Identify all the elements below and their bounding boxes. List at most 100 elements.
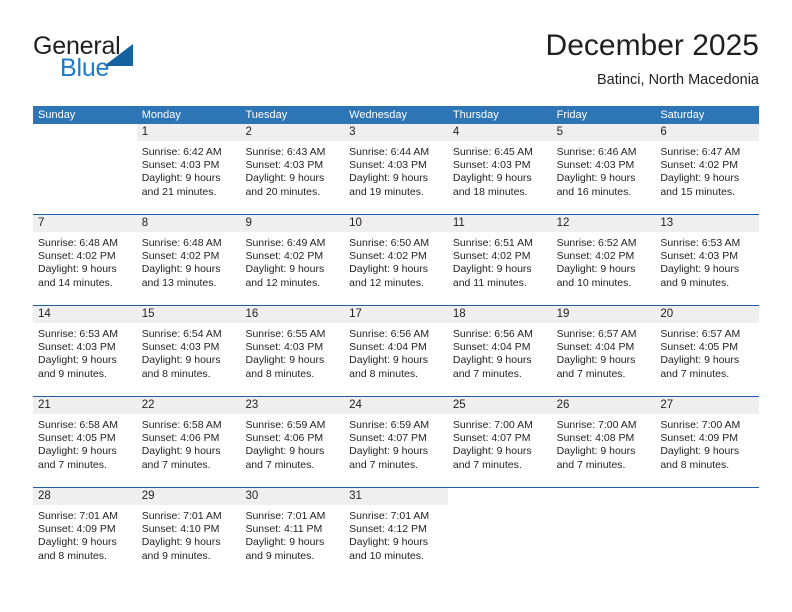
daylight-duration-line2: and 20 minutes. bbox=[245, 185, 321, 198]
sunset-time: Sunset: 4:06 PM bbox=[245, 432, 324, 445]
day-number: 9 bbox=[240, 215, 345, 232]
day-cell[interactable]: 12 Sunrise: 6:52 AM Sunset: 4:02 PM Dayligh… bbox=[551, 215, 656, 305]
day-cell[interactable]: 15 Sunrise: 6:54 AM Sunset: 4:03 PM Dayligh… bbox=[136, 306, 241, 396]
day-number: 18 bbox=[447, 306, 552, 323]
day-cell[interactable]: 28 Sunrise: 7:01 AM Sunset: 4:09 PM Dayligh… bbox=[33, 488, 137, 566]
day-cell[interactable]: 8 Sunrise: 6:48 AM Sunset: 4:02 PM Daylight… bbox=[136, 215, 241, 305]
sunset-time: Sunset: 4:11 PM bbox=[245, 523, 323, 536]
day-cell[interactable]: 18 Sunrise: 6:56 AM Sunset: 4:04 PM Dayligh… bbox=[447, 306, 552, 396]
day-cell[interactable]: 24 Sunrise: 6:59 AM Sunset: 4:07 PM Dayligh… bbox=[344, 397, 448, 487]
sunrise-time: Sunrise: 7:01 AM bbox=[245, 510, 326, 522]
sunset-time: Sunset: 4:09 PM bbox=[660, 432, 738, 445]
daylight-duration-line2: and 13 minutes. bbox=[141, 276, 217, 289]
sunset-time: Sunset: 4:08 PM bbox=[556, 432, 635, 445]
sunset-time: Sunset: 4:02 PM bbox=[349, 250, 427, 263]
day-number: 20 bbox=[655, 306, 760, 323]
day-details: Sunrise: 6:44 AM Sunset: 4:03 PM Daylight:… bbox=[344, 141, 448, 199]
sunset-time: Sunset: 4:04 PM bbox=[556, 341, 635, 354]
daylight-duration-line1: Daylight: 9 hours bbox=[452, 263, 532, 276]
day-number: 5 bbox=[551, 124, 656, 141]
day-cell[interactable]: 16 Sunrise: 6:55 AM Sunset: 4:03 PM Dayligh… bbox=[240, 306, 345, 396]
daylight-duration-line2: and 11 minutes. bbox=[452, 276, 527, 289]
sunset-time: Sunset: 4:10 PM bbox=[141, 523, 220, 536]
day-cell[interactable]: 22 Sunrise: 6:58 AM Sunset: 4:06 PM Dayligh… bbox=[136, 397, 241, 487]
day-number: 22 bbox=[136, 397, 241, 414]
daylight-duration-line1: Daylight: 9 hours bbox=[660, 172, 740, 185]
weekday-header-tuesday: Tuesday bbox=[245, 109, 288, 121]
day-details: Sunrise: 7:01 AM Sunset: 4:12 PM Daylight:… bbox=[344, 505, 448, 563]
sunrise-time: Sunrise: 6:43 AM bbox=[245, 146, 326, 158]
daylight-duration-line1: Daylight: 9 hours bbox=[556, 172, 636, 185]
day-cell[interactable]: 30 Sunrise: 7:01 AM Sunset: 4:11 PM Dayligh… bbox=[240, 488, 345, 566]
day-number: 19 bbox=[551, 306, 656, 323]
day-number: 30 bbox=[240, 488, 345, 505]
sunrise-time: Sunrise: 7:00 AM bbox=[660, 419, 741, 431]
day-cell[interactable]: 26 Sunrise: 7:00 AM Sunset: 4:08 PM Dayligh… bbox=[551, 397, 656, 487]
day-details: Sunrise: 6:59 AM Sunset: 4:06 PM Daylight:… bbox=[240, 414, 344, 472]
sunrise-time: Sunrise: 6:56 AM bbox=[349, 328, 430, 340]
daylight-duration-line1: Daylight: 9 hours bbox=[245, 172, 325, 185]
day-cell[interactable]: 21 Sunrise: 6:58 AM Sunset: 4:05 PM Dayligh… bbox=[33, 397, 137, 487]
day-details: Sunrise: 6:56 AM Sunset: 4:04 PM Daylight:… bbox=[344, 323, 448, 381]
title-block: December 2025 Batinci, North Macedonia bbox=[546, 28, 759, 90]
daylight-duration-line2: and 7 minutes. bbox=[452, 458, 522, 471]
daylight-duration-line2: and 7 minutes. bbox=[141, 458, 211, 471]
daylight-duration-line2: and 9 minutes. bbox=[38, 367, 107, 380]
sunset-time: Sunset: 4:04 PM bbox=[452, 341, 531, 354]
day-number: 26 bbox=[551, 397, 656, 414]
day-number: 29 bbox=[136, 488, 241, 505]
day-cell[interactable]: 3 Sunrise: 6:44 AM Sunset: 4:03 PM Daylight… bbox=[344, 124, 448, 214]
general-blue-logo[interactable]: General Blue bbox=[33, 32, 233, 88]
day-number: 6 bbox=[655, 124, 760, 141]
daylight-duration-line1: Daylight: 9 hours bbox=[38, 536, 117, 549]
sunset-time: Sunset: 4:06 PM bbox=[141, 432, 220, 445]
daylight-duration-line2: and 10 minutes. bbox=[349, 549, 424, 562]
day-cell[interactable]: 6 Sunrise: 6:47 AM Sunset: 4:02 PM Daylight… bbox=[655, 124, 760, 214]
day-cell[interactable]: 20 Sunrise: 6:57 AM Sunset: 4:05 PM Dayligh… bbox=[655, 306, 760, 396]
day-number: 7 bbox=[33, 215, 137, 232]
sunrise-time: Sunrise: 7:00 AM bbox=[556, 419, 637, 431]
sunrise-time: Sunrise: 6:57 AM bbox=[556, 328, 637, 340]
sunrise-time: Sunrise: 6:50 AM bbox=[349, 237, 430, 249]
day-cell[interactable]: 11 Sunrise: 6:51 AM Sunset: 4:02 PM Dayligh… bbox=[447, 215, 552, 305]
day-cell[interactable]: 10 Sunrise: 6:50 AM Sunset: 4:02 PM Dayligh… bbox=[344, 215, 448, 305]
sunset-time: Sunset: 4:12 PM bbox=[349, 523, 427, 536]
day-cell[interactable]: 23 Sunrise: 6:59 AM Sunset: 4:06 PM Dayligh… bbox=[240, 397, 345, 487]
day-cell[interactable]: 27 Sunrise: 7:00 AM Sunset: 4:09 PM Dayligh… bbox=[655, 397, 760, 487]
page-subtitle: Batinci, North Macedonia bbox=[597, 72, 759, 88]
day-cell[interactable]: 4 Sunrise: 6:45 AM Sunset: 4:03 PM Daylight… bbox=[447, 124, 552, 214]
day-cell[interactable]: 31 Sunrise: 7:01 AM Sunset: 4:12 PM Dayligh… bbox=[344, 488, 448, 566]
day-cell[interactable]: 14 Sunrise: 6:53 AM Sunset: 4:03 PM Dayligh… bbox=[33, 306, 137, 396]
sunrise-time: Sunrise: 6:58 AM bbox=[38, 419, 118, 431]
day-cell[interactable]: 13 Sunrise: 6:53 AM Sunset: 4:03 PM Dayligh… bbox=[655, 215, 760, 305]
day-number: 10 bbox=[344, 215, 448, 232]
day-cell[interactable]: 1 Sunrise: 6:42 AM Sunset: 4:03 PM Daylight… bbox=[136, 124, 241, 214]
daylight-duration-line1: Daylight: 9 hours bbox=[660, 445, 740, 458]
day-cell[interactable]: 29 Sunrise: 7:01 AM Sunset: 4:10 PM Dayligh… bbox=[136, 488, 241, 566]
day-details: Sunrise: 6:49 AM Sunset: 4:02 PM Daylight:… bbox=[240, 232, 344, 290]
day-number: 24 bbox=[344, 397, 448, 414]
day-cell[interactable]: 2 Sunrise: 6:43 AM Sunset: 4:03 PM Daylight… bbox=[240, 124, 345, 214]
day-number: 11 bbox=[447, 215, 552, 232]
day-number: 21 bbox=[33, 397, 137, 414]
daylight-duration-line1: Daylight: 9 hours bbox=[349, 172, 428, 185]
day-number: 16 bbox=[240, 306, 345, 323]
daylight-duration-line1: Daylight: 9 hours bbox=[452, 445, 532, 458]
day-cell[interactable]: 19 Sunrise: 6:57 AM Sunset: 4:04 PM Dayligh… bbox=[551, 306, 656, 396]
sunset-time: Sunset: 4:05 PM bbox=[38, 432, 116, 445]
day-details: Sunrise: 7:01 AM Sunset: 4:11 PM Daylight:… bbox=[240, 505, 344, 563]
daylight-duration-line2: and 7 minutes. bbox=[452, 367, 522, 380]
calendar-grid: Sunday Monday Tuesday Wednesday Thursday Frid… bbox=[33, 106, 760, 566]
day-details: Sunrise: 6:58 AM Sunset: 4:06 PM Daylight:… bbox=[137, 414, 241, 472]
daylight-duration-line2: and 9 minutes. bbox=[660, 276, 730, 289]
day-cell[interactable]: 5 Sunrise: 6:46 AM Sunset: 4:03 PM Daylight… bbox=[551, 124, 656, 214]
sunset-time: Sunset: 4:03 PM bbox=[141, 159, 220, 172]
sunset-time: Sunset: 4:04 PM bbox=[349, 341, 427, 354]
day-cell[interactable]: 7 Sunrise: 6:48 AM Sunset: 4:02 PM Daylight… bbox=[33, 215, 137, 305]
day-cell[interactable]: 17 Sunrise: 6:56 AM Sunset: 4:04 PM Dayligh… bbox=[344, 306, 448, 396]
day-number: 8 bbox=[136, 215, 241, 232]
day-cell[interactable]: 25 Sunrise: 7:00 AM Sunset: 4:07 PM Dayligh… bbox=[447, 397, 552, 487]
day-number bbox=[447, 488, 552, 505]
daylight-duration-line1: Daylight: 9 hours bbox=[660, 263, 740, 276]
day-cell[interactable]: 9 Sunrise: 6:49 AM Sunset: 4:02 PM Daylight… bbox=[240, 215, 345, 305]
